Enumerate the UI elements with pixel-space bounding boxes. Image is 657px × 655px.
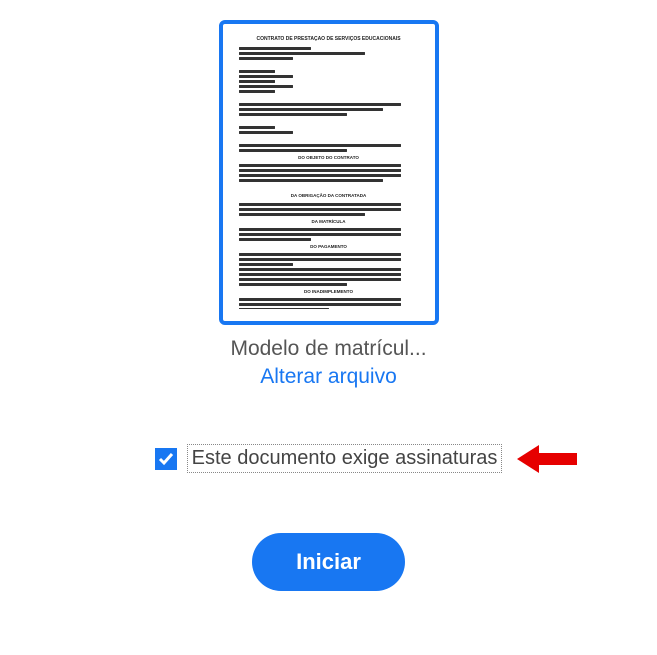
callout-arrow: [517, 443, 577, 475]
signature-checkbox-row: Este documento exige assinaturas: [155, 444, 503, 473]
signature-checkbox[interactable]: [155, 448, 177, 470]
document-thumbnail: CONTRATO DE PRESTAÇÃO DE SERVIÇOS EDUCAC…: [239, 36, 419, 309]
checkmark-icon: [158, 451, 174, 467]
change-file-link[interactable]: Alterar arquivo: [260, 365, 397, 389]
start-button[interactable]: Iniciar: [252, 533, 405, 591]
document-preview[interactable]: CONTRATO DE PRESTAÇÃO DE SERVIÇOS EDUCAC…: [219, 20, 439, 325]
signature-checkbox-label: Este documento exige assinaturas: [187, 444, 503, 473]
file-name-label: Modelo de matrícul...: [230, 337, 426, 361]
arrow-left-icon: [517, 443, 577, 475]
